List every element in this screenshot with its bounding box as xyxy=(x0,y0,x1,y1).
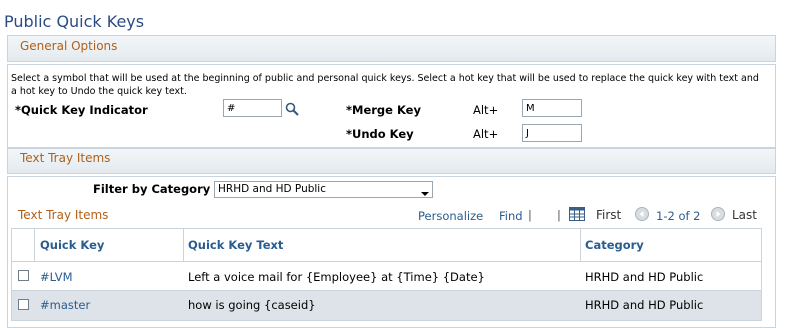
general-options-header xyxy=(7,35,776,62)
page-range: 1-2 of 2 xyxy=(656,209,701,223)
category-cell: HRHD and HD Public xyxy=(585,270,704,284)
quick-key-link[interactable]: #master xyxy=(40,298,90,312)
filter-by-category-value: HRHD and HD Public xyxy=(218,183,326,195)
row-select-checkbox[interactable] xyxy=(18,299,29,310)
column-header-category[interactable]: Category xyxy=(585,238,644,252)
general-options-label: General Options xyxy=(20,39,118,53)
find-link[interactable]: Find xyxy=(499,209,523,223)
undo-key-input[interactable]: J xyxy=(522,124,582,142)
quick-key-indicator-label: *Quick Key Indicator xyxy=(15,103,148,117)
text-tray-items-header xyxy=(7,148,776,174)
column-header-quick-key[interactable]: Quick Key xyxy=(40,238,104,252)
merge-key-prefix: Alt+ xyxy=(473,103,499,117)
search-icon[interactable] xyxy=(285,101,299,116)
grid-title: Text Tray Items xyxy=(18,208,109,222)
last-page-label[interactable]: Last xyxy=(732,208,757,222)
page-title: Public Quick Keys xyxy=(4,12,145,31)
quick-key-text-cell: Left a voice mail for {Employee} at {Tim… xyxy=(188,270,485,284)
first-page-label[interactable]: First xyxy=(596,208,621,222)
separator: | xyxy=(557,208,561,222)
undo-key-prefix: Alt+ xyxy=(473,127,499,141)
column-header-quick-key-text[interactable]: Quick Key Text xyxy=(188,238,283,252)
prev-arrow-icon[interactable] xyxy=(635,206,649,221)
text-tray-items-section-label: Text Tray Items xyxy=(20,151,111,165)
merge-key-label: *Merge Key xyxy=(346,103,421,117)
separator: | xyxy=(528,208,532,222)
merge-key-input[interactable]: M xyxy=(522,99,582,117)
quick-key-link[interactable]: #LVM xyxy=(40,270,73,284)
personalize-link[interactable]: Personalize xyxy=(418,209,483,223)
general-options-description: Select a symbol that will be used at the… xyxy=(11,73,759,97)
download-icon[interactable] xyxy=(569,206,585,221)
filter-by-category-label: Filter by Category xyxy=(93,182,211,196)
category-cell: HRHD and HD Public xyxy=(585,298,704,312)
quick-key-indicator-input[interactable]: # xyxy=(223,99,282,117)
row-select-checkbox[interactable] xyxy=(18,270,29,281)
filter-by-category-select[interactable]: HRHD and HD Public xyxy=(214,181,433,198)
grid-header-row xyxy=(12,229,761,262)
undo-key-label: *Undo Key xyxy=(346,127,414,141)
quick-key-text-cell: how is going {caseid} xyxy=(188,298,316,312)
next-arrow-icon[interactable] xyxy=(711,206,725,221)
dropdown-arrow-icon xyxy=(421,187,429,202)
